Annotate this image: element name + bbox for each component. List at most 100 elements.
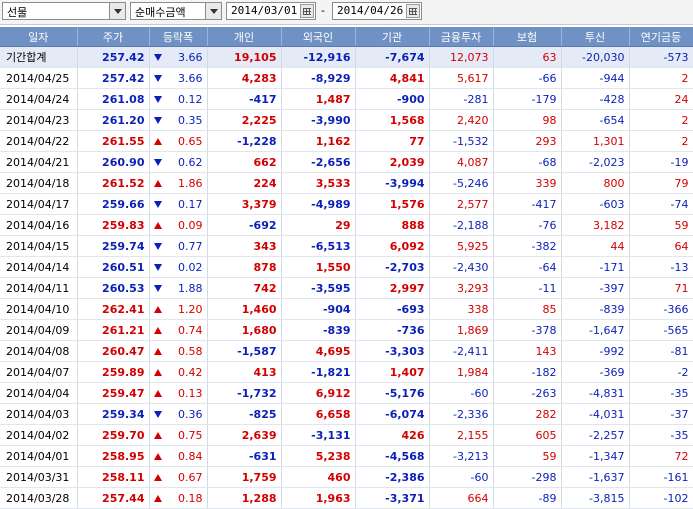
- table-row[interactable]: 2014/04/11 260.53 1.88 742 -3,595 2,997 3,293-…: [0, 277, 693, 299]
- calendar-icon[interactable]: [406, 4, 420, 18]
- market-select[interactable]: 선물: [2, 2, 126, 20]
- table-row[interactable]: 2014/03/28 257.44 0.18 1,288 1,963 -3,371 664-…: [0, 487, 693, 509]
- cell-foreign: -6,513: [281, 235, 356, 257]
- cell-date: 기간합계: [0, 46, 78, 68]
- start-date-field[interactable]: 2014/03/01: [226, 2, 316, 20]
- cell-pension: -573: [629, 46, 693, 68]
- arrow-up-icon: [153, 326, 162, 334]
- cell-insurance: 339: [493, 172, 562, 194]
- col-header-institution[interactable]: 기관: [355, 27, 430, 47]
- cell-change-value: 0.09: [178, 218, 203, 232]
- cell-price: 258.11: [77, 466, 150, 488]
- arrow-up-icon: [153, 494, 162, 502]
- cell-change-value: 0.35: [178, 113, 203, 127]
- table-row[interactable]: 2014/04/09 261.21 0.74 1,680 -839 -736 1,869 -3…: [0, 319, 693, 341]
- cell-individual: 19,105: [207, 46, 282, 68]
- col-header-individual[interactable]: 개인: [207, 27, 282, 47]
- cell-institution: -2,386: [355, 466, 430, 488]
- cell-price: 257.42: [77, 67, 150, 89]
- cell-financial-investment: 1,869: [429, 319, 494, 341]
- metric-select[interactable]: 순매수금액: [130, 2, 222, 20]
- arrow-down-icon: [153, 116, 162, 124]
- arrow-up-icon: [153, 368, 162, 376]
- table-row[interactable]: 2014/04/22 261.55 0.65 -1,228 1,162 77 -1,532 2…: [0, 130, 693, 152]
- table-row[interactable]: 2014/04/10 262.41 1.20 1,460 -904 -693 338 85 -8…: [0, 298, 693, 320]
- col-header-foreign[interactable]: 외국인: [281, 27, 356, 47]
- cell-individual: -1,228: [207, 130, 282, 152]
- cell-investment-trust: -1,647: [561, 319, 630, 341]
- cell-foreign: 460: [281, 466, 356, 488]
- arrow-down-icon: [153, 410, 162, 418]
- cell-individual: -417: [207, 88, 282, 110]
- cell-change-value: 0.75: [178, 428, 203, 442]
- table-row[interactable]: 2014/04/16 259.83 0.09 -692 29 888 -2,188 -76 3,…: [0, 214, 693, 236]
- cell-institution: 1,407: [355, 361, 430, 383]
- cell-foreign: -2,656: [281, 151, 356, 173]
- cell-investment-trust: 1,301: [561, 130, 630, 152]
- cell-date: 2014/04/07: [0, 361, 78, 383]
- cell-financial-investment: 664: [429, 487, 494, 509]
- start-date-value: 2014/03/01: [231, 4, 298, 17]
- cell-financial-investment: -281: [429, 88, 494, 110]
- investor-trading-table: 일자 주가 등락폭 개인 외국인 기관 금융투자 보험 투신 연기금등 기간합계…: [0, 27, 693, 509]
- cell-date: 2014/03/28: [0, 487, 78, 509]
- cell-change: 0.09: [149, 214, 208, 236]
- table-row[interactable]: 2014/04/15 259.74 0.77 343 -6,513 6,092 5,925-…: [0, 235, 693, 257]
- cell-price: 261.08: [77, 88, 150, 110]
- cell-pension: 79: [629, 172, 693, 194]
- arrow-down-icon: [153, 74, 162, 82]
- cell-date: 2014/04/04: [0, 382, 78, 404]
- cell-investment-trust: -2,257: [561, 424, 630, 446]
- table-row[interactable]: 2014/04/14 260.51 0.02 878 1,550 -2,703 -2,430…: [0, 256, 693, 278]
- table-row[interactable]: 2014/04/04 259.47 0.13 -1,732 6,912 -5,176 -60…: [0, 382, 693, 404]
- table-row[interactable]: 2014/04/17 259.66 0.17 3,379 -4,989 1,576 2,57…: [0, 193, 693, 215]
- cell-insurance: 85: [493, 298, 562, 320]
- col-header-financial-investment[interactable]: 금융투자: [429, 27, 494, 47]
- cell-insurance: 63: [493, 46, 562, 68]
- table-row[interactable]: 2014/04/08 260.47 0.58 -1,587 4,695 -3,303 -2,…: [0, 340, 693, 362]
- table-row[interactable]: 2014/03/31 258.11 0.67 1,759 460 -2,386 -60 -29…: [0, 466, 693, 488]
- cell-insurance: -263: [493, 382, 562, 404]
- cell-financial-investment: 12,073: [429, 46, 494, 68]
- col-header-date[interactable]: 일자: [0, 27, 78, 47]
- table-row[interactable]: 2014/04/21 260.90 0.62 662 -2,656 2,039 4,087-…: [0, 151, 693, 173]
- table-row[interactable]: 2014/04/23 261.20 0.35 2,225 -3,990 1,568 2,42…: [0, 109, 693, 131]
- arrow-down-icon: [153, 263, 162, 271]
- col-header-insurance[interactable]: 보험: [493, 27, 562, 47]
- cell-date: 2014/04/15: [0, 235, 78, 257]
- table-row[interactable]: 2014/04/18 261.52 1.86 224 3,533 -3,994 -5,246…: [0, 172, 693, 194]
- table-row[interactable]: 2014/04/25 257.42 3.66 4,283 -8,929 4,841 5,61…: [0, 67, 693, 89]
- cell-individual: 1,288: [207, 487, 282, 509]
- col-header-pension[interactable]: 연기금등: [629, 27, 693, 47]
- cell-insurance: -182: [493, 361, 562, 383]
- cell-change: 0.17: [149, 193, 208, 215]
- arrow-up-icon: [153, 452, 162, 460]
- cell-insurance: 293: [493, 130, 562, 152]
- arrow-up-icon: [153, 431, 162, 439]
- col-header-price[interactable]: 주가: [77, 27, 150, 47]
- cell-change: 0.42: [149, 361, 208, 383]
- chevron-down-icon[interactable]: [109, 3, 125, 19]
- cell-change-value: 0.13: [178, 386, 203, 400]
- total-row[interactable]: 기간합계 257.42 3.66 19,105 -12,916 -7,674 12,073 6…: [0, 46, 693, 68]
- table-row[interactable]: 2014/04/07 259.89 0.42 413 -1,821 1,407 1,984-…: [0, 361, 693, 383]
- table-row[interactable]: 2014/04/02 259.70 0.75 2,639 -3,131 426 2,155 6…: [0, 424, 693, 446]
- calendar-icon[interactable]: [300, 4, 314, 18]
- col-header-investment-trust[interactable]: 투신: [561, 27, 630, 47]
- end-date-field[interactable]: 2014/04/26: [332, 2, 422, 20]
- cell-change: 0.74: [149, 319, 208, 341]
- cell-pension: -2: [629, 361, 693, 383]
- cell-individual: 662: [207, 151, 282, 173]
- cell-date: 2014/04/23: [0, 109, 78, 131]
- cell-institution: -7,674: [355, 46, 430, 68]
- cell-financial-investment: 3,293: [429, 277, 494, 299]
- cell-price: 259.83: [77, 214, 150, 236]
- table-row[interactable]: 2014/04/01 258.95 0.84 -631 5,238 -4,568 -3,21…: [0, 445, 693, 467]
- chevron-down-icon[interactable]: [205, 3, 221, 19]
- cell-date: 2014/04/08: [0, 340, 78, 362]
- cell-price: 261.20: [77, 109, 150, 131]
- table-row[interactable]: 2014/04/24 261.08 0.12 -417 1,487 -900 -281 -17…: [0, 88, 693, 110]
- cell-financial-investment: -2,188: [429, 214, 494, 236]
- col-header-change[interactable]: 등락폭: [149, 27, 208, 47]
- table-row[interactable]: 2014/04/03 259.34 0.36 -825 6,658 -6,074 -2,33…: [0, 403, 693, 425]
